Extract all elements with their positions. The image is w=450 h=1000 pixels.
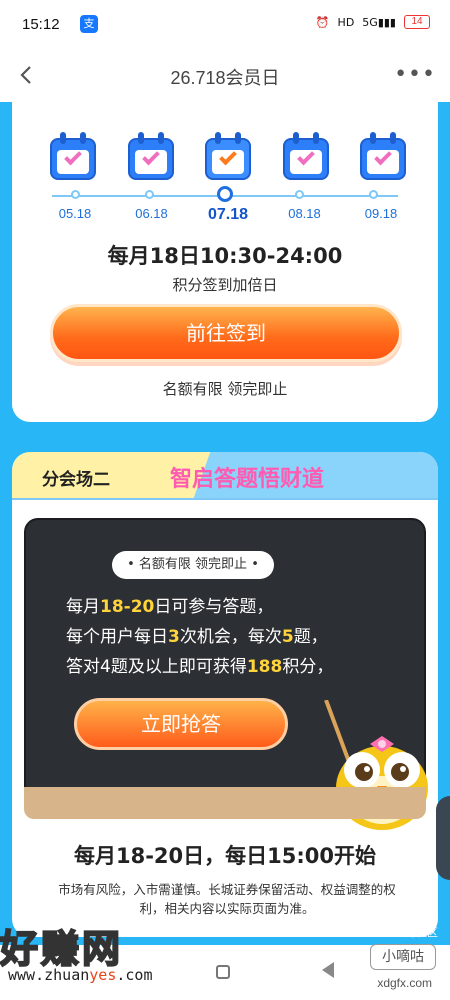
timeline-dot-active — [217, 186, 233, 202]
calendar-icon — [281, 130, 331, 182]
quota-note: 名额有限 领完即止 — [162, 380, 288, 398]
divider — [12, 498, 438, 500]
back-triangle-icon[interactable] — [322, 962, 334, 978]
answer-now-button[interactable]: 立即抢答 — [74, 698, 288, 750]
risk-disclaimer: 市场有风险，入市需谨慎。长城证券保留活动、权益调整的权利，相关内容以实际页面为准… — [58, 882, 396, 916]
alipay-icon: 支 — [80, 15, 98, 33]
date-label[interactable]: 08.18 — [278, 206, 332, 224]
signal-icon: 5G▮▮▮ — [362, 15, 396, 29]
watermark-right-url: xdgfx.com — [377, 976, 432, 990]
more-icon[interactable]: ••• — [394, 62, 436, 87]
checkin-card: 05.18 06.18 07.18 08.18 09.18 每月18日10:30… — [12, 102, 438, 422]
calendar-icon — [126, 130, 176, 182]
date-label[interactable]: 05.18 — [48, 206, 102, 224]
floating-edge-tab[interactable] — [436, 796, 450, 880]
timeline-dot — [145, 190, 154, 199]
timeline-dot — [71, 190, 80, 199]
blackboard-ledge — [24, 787, 426, 819]
watermark-right-top: 理财社区 — [394, 926, 438, 939]
page-title: 26.718会员日 — [170, 68, 280, 88]
status-bar: 15:12 支 ⏰ HD 5G▮▮▮ 14 — [0, 0, 450, 50]
quiz-rules: 每月18-20日可参与答题， 每个用户每日3次机会，每次5题， 答对4题及以上即… — [66, 597, 334, 677]
quota-pill: • 名额有限 领完即止 • — [112, 551, 274, 579]
calendar-icon — [358, 130, 408, 182]
date-label-active[interactable]: 07.18 — [201, 206, 255, 224]
status-icons: ⏰ HD 5G▮▮▮ 14 — [316, 15, 430, 29]
watermark-url: www.zhuanyes.com — [8, 966, 153, 984]
section-header: 分会场二 智启答题悟财道 — [12, 452, 438, 498]
hd-icon: HD — [337, 15, 355, 29]
timeline-dot — [295, 190, 304, 199]
date-label[interactable]: 06.18 — [125, 206, 179, 224]
quiz-time: 每月18-20日，每日15:00开始 — [73, 844, 376, 868]
blackboard: • 名额有限 领完即止 • 每月18-20日可参与答题， 每个用户每日3次机会，… — [24, 518, 428, 830]
alarm-icon: ⏰ — [315, 15, 330, 29]
watermark-right-box: 小嘀咕 — [370, 944, 436, 970]
checkin-subtitle: 积分签到加倍日 — [172, 276, 278, 294]
checkin-time: 每月18日10:30-24:00 — [107, 244, 343, 268]
calendar-icon — [48, 130, 98, 182]
activity-page: 05.18 06.18 07.18 08.18 09.18 每月18日10:30… — [0, 102, 450, 1000]
nav-bar: 26.718会员日 ••• — [0, 50, 450, 102]
section-label: 分会场二 — [42, 470, 110, 490]
calendar-icon-active — [203, 130, 253, 182]
home-square-icon[interactable] — [216, 965, 230, 979]
timeline-dot — [369, 190, 378, 199]
watermark-logo: 好赚网 — [0, 926, 124, 972]
battery-icon: 14 — [404, 15, 430, 29]
calendar-row — [48, 130, 408, 182]
date-label[interactable]: 09.18 — [354, 206, 408, 224]
quiz-card: 分会场二 智启答题悟财道 • 名额有限 领完即止 • 每月18-20日可参与答题… — [12, 452, 438, 937]
status-time: 15:12 — [22, 16, 60, 33]
section-title: 智启答题悟财道 — [170, 467, 325, 492]
go-checkin-button[interactable]: 前往签到 — [50, 304, 402, 362]
date-list: 05.18 06.18 07.18 08.18 09.18 — [48, 206, 408, 224]
